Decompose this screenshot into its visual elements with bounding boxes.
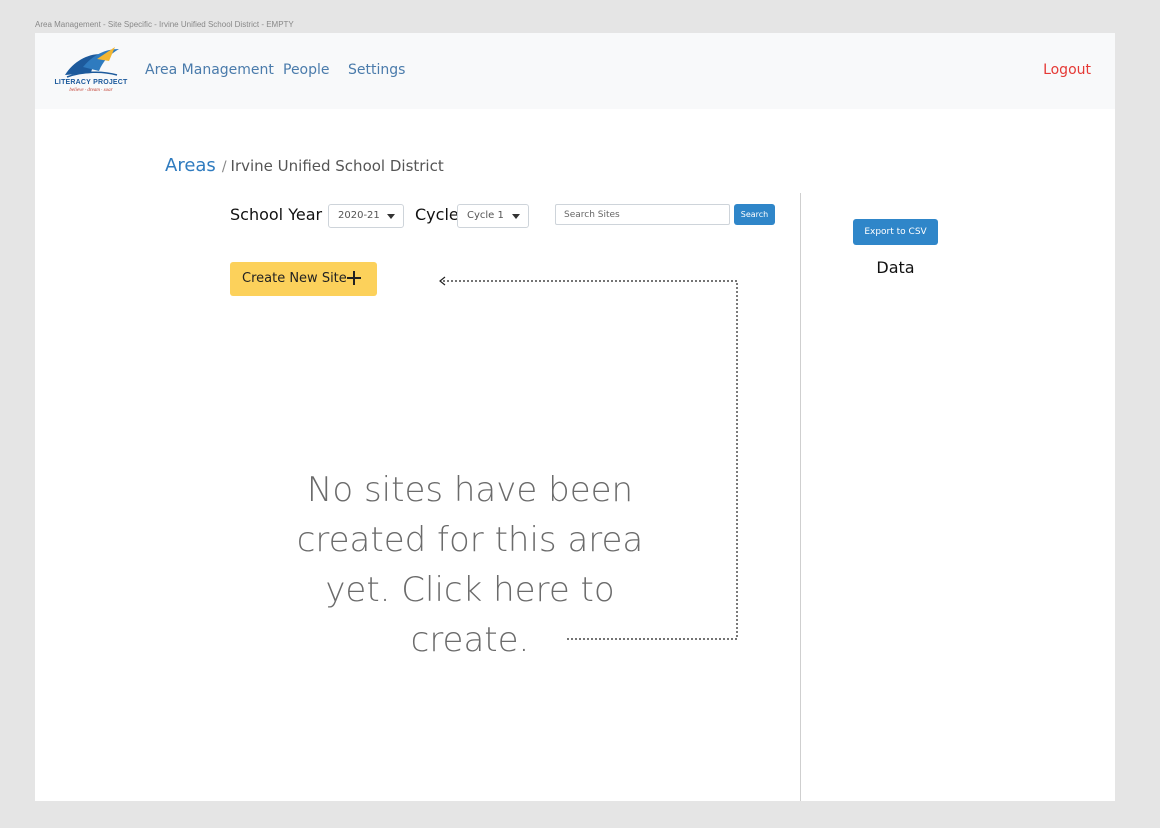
cycle-value: Cycle 1 <box>467 210 504 221</box>
data-panel-label: Data <box>876 258 915 277</box>
breadcrumb-current: Irvine Unified School District <box>230 157 444 175</box>
export-csv-button[interactable]: Export to CSV <box>853 219 938 245</box>
empty-state-message[interactable]: No sites have been created for this area… <box>295 465 645 665</box>
logo-tagline: believe · dream · soar <box>69 88 113 93</box>
cycle-select[interactable]: Cycle 1 <box>457 204 529 228</box>
nav-item-settings[interactable]: Settings <box>348 62 405 78</box>
vertical-divider <box>800 193 801 801</box>
top-navbar: LITERACY PROJECT believe · dream · soar … <box>35 33 1115 109</box>
caret-down-icon <box>512 214 520 219</box>
breadcrumb-separator: / <box>221 159 227 175</box>
create-new-site-button[interactable]: Create New Site <box>230 262 377 296</box>
school-year-value: 2020-21 <box>338 210 380 221</box>
logo[interactable]: LITERACY PROJECT believe · dream · soar <box>53 45 129 101</box>
breadcrumb-areas-link[interactable]: Areas <box>165 155 216 176</box>
nav-item-people[interactable]: People <box>283 62 330 78</box>
school-year-label: School Year <box>230 205 323 224</box>
logo-name: LITERACY PROJECT <box>54 79 128 86</box>
window-title: Area Management - Site Specific - Irvine… <box>35 20 294 29</box>
search-sites-input[interactable] <box>555 204 730 225</box>
search-button[interactable]: Search <box>734 204 775 225</box>
nav-item-area-management[interactable]: Area Management <box>145 62 274 78</box>
cycle-label: Cycle <box>415 205 459 224</box>
breadcrumb: Areas / Irvine Unified School District <box>165 155 444 176</box>
bird-logo-icon <box>65 47 119 78</box>
plus-icon <box>347 271 361 285</box>
caret-down-icon <box>387 214 395 219</box>
create-new-site-label: Create New Site <box>242 271 347 286</box>
school-year-select[interactable]: 2020-21 <box>328 204 404 228</box>
logout-link[interactable]: Logout <box>1043 62 1091 78</box>
dotted-arrow-icon <box>439 276 738 640</box>
app-frame: LITERACY PROJECT believe · dream · soar … <box>35 33 1115 801</box>
